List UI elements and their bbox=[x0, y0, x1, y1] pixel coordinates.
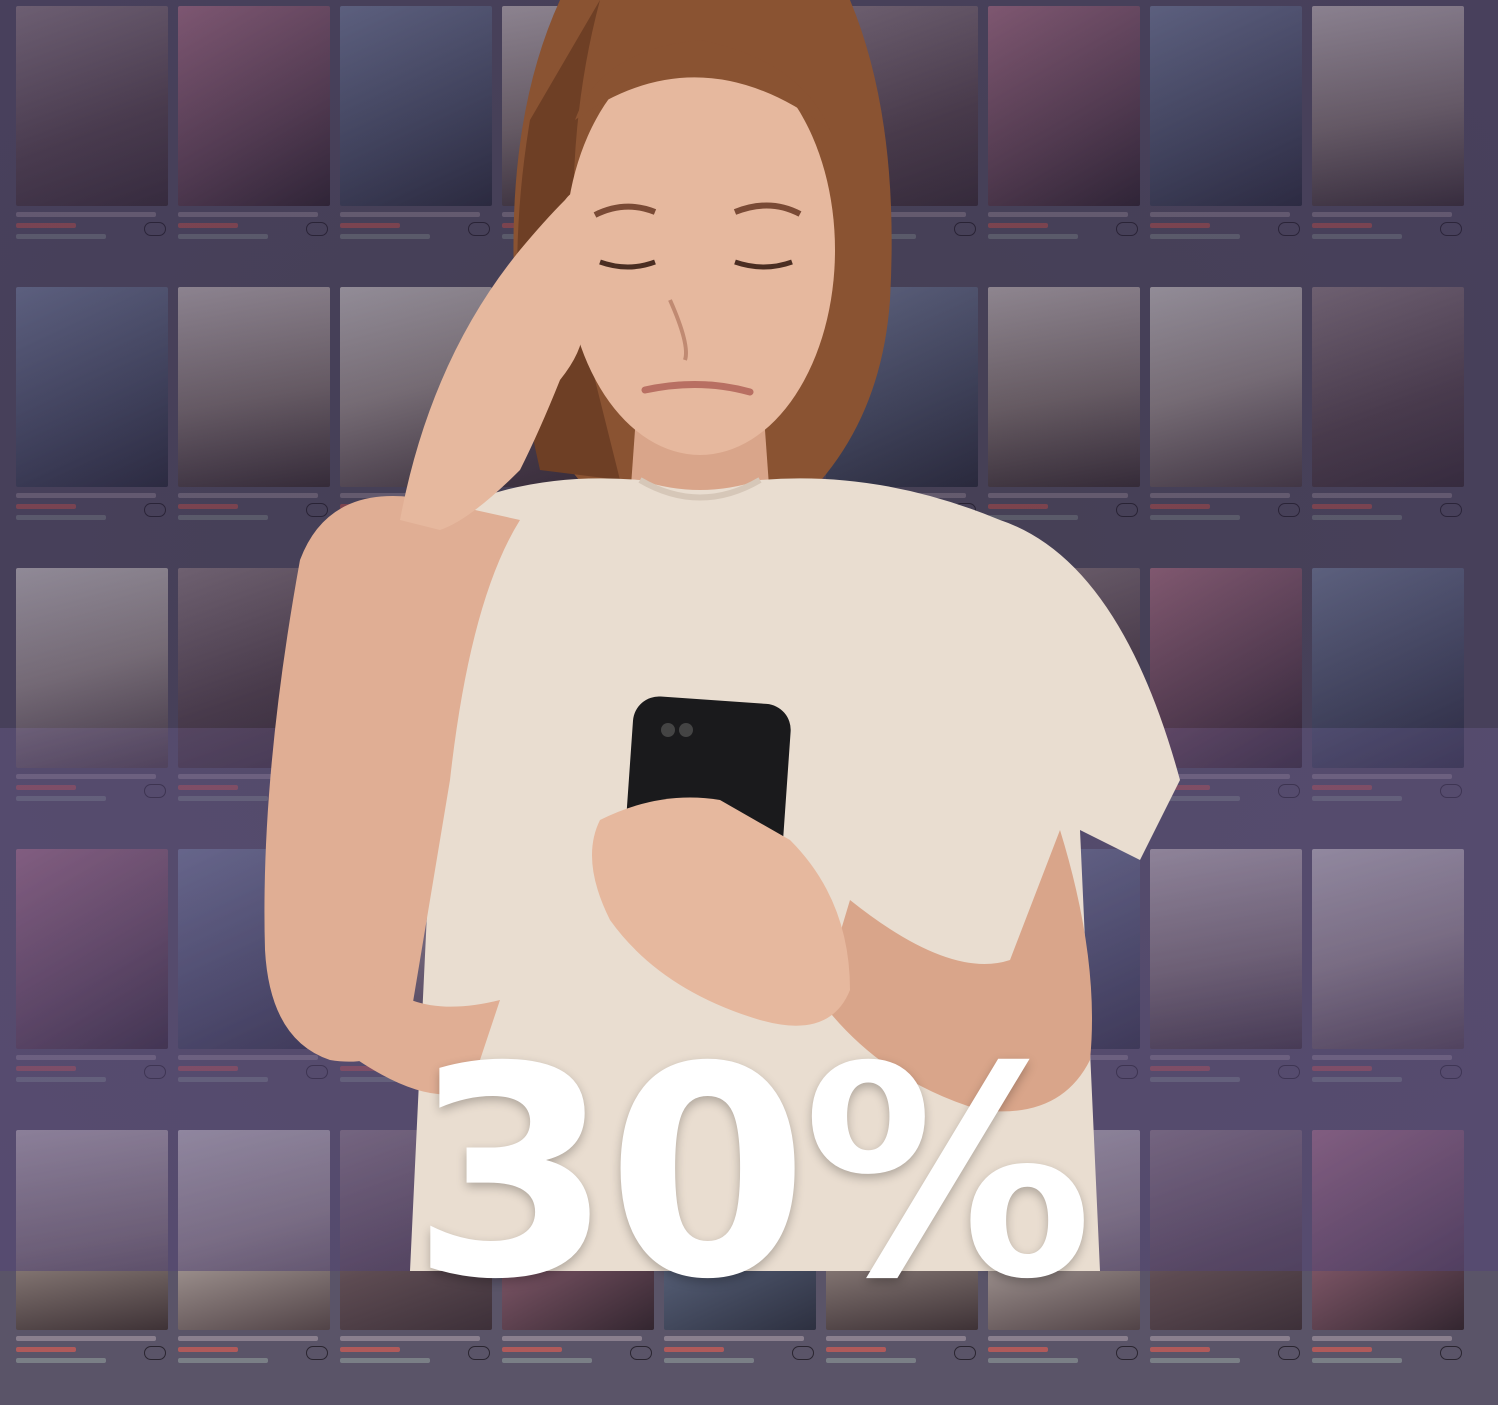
product-text-line bbox=[16, 1347, 76, 1352]
add-to-cart-pill bbox=[792, 1346, 814, 1360]
add-to-cart-pill bbox=[954, 1346, 976, 1360]
add-to-cart-pill bbox=[1116, 1346, 1138, 1360]
product-text-line bbox=[826, 1336, 966, 1341]
add-to-cart-pill bbox=[306, 1346, 328, 1360]
product-text-line bbox=[1150, 1347, 1210, 1352]
product-text-line bbox=[502, 1336, 642, 1341]
product-text-line bbox=[664, 1358, 754, 1363]
product-text-line bbox=[178, 1358, 268, 1363]
face bbox=[565, 45, 835, 455]
product-text-line bbox=[502, 1347, 562, 1352]
product-text-line bbox=[664, 1336, 804, 1341]
add-to-cart-pill bbox=[1278, 1346, 1300, 1360]
product-text-line bbox=[178, 1347, 238, 1352]
product-text-line bbox=[16, 1358, 106, 1363]
product-text-line bbox=[340, 1358, 430, 1363]
product-text-line bbox=[826, 1347, 886, 1352]
product-text-line bbox=[1150, 1358, 1240, 1363]
product-text-line bbox=[988, 1336, 1128, 1341]
product-text-line bbox=[1312, 1347, 1372, 1352]
product-text-line bbox=[340, 1336, 480, 1341]
product-text-line bbox=[502, 1358, 592, 1363]
headline-percentage: 30% bbox=[410, 1006, 1093, 1343]
product-text-line bbox=[1150, 1336, 1290, 1341]
product-text-line bbox=[664, 1347, 724, 1352]
add-to-cart-pill bbox=[1440, 1346, 1462, 1360]
add-to-cart-pill bbox=[630, 1346, 652, 1360]
product-text-line bbox=[988, 1347, 1048, 1352]
product-text-line bbox=[178, 1336, 318, 1341]
product-text-line bbox=[826, 1358, 916, 1363]
product-text-line bbox=[1312, 1336, 1452, 1341]
add-to-cart-pill bbox=[468, 1346, 490, 1360]
add-to-cart-pill bbox=[144, 1346, 166, 1360]
product-text-line bbox=[988, 1358, 1078, 1363]
product-text-line bbox=[340, 1347, 400, 1352]
product-text-line bbox=[1312, 1358, 1402, 1363]
product-text-line bbox=[16, 1336, 156, 1341]
hand-on-head bbox=[400, 192, 586, 530]
